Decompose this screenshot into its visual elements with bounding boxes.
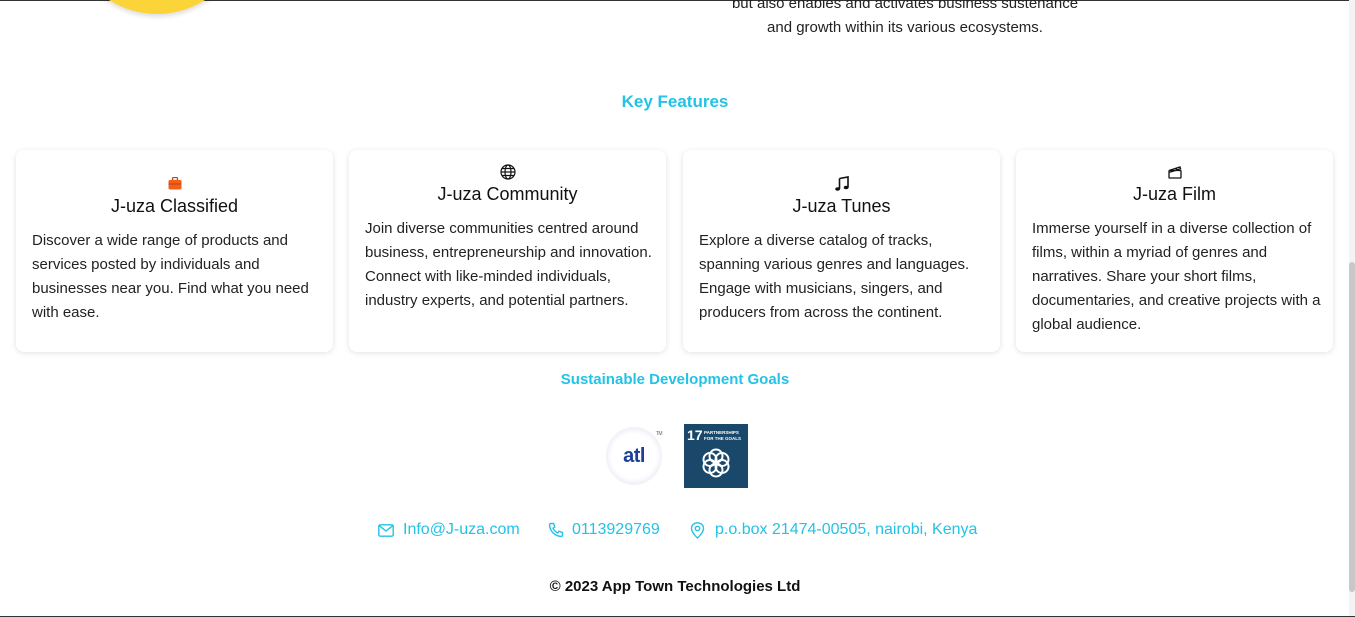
contact-email-text[interactable]: Info@J-uza.com [403,521,520,539]
mail-icon [378,523,394,537]
feature-card-title: J-uza Classified [110,196,239,216]
feature-card-title: J-uza Community [437,184,578,204]
key-features-title: Key Features [621,92,729,111]
feature-card-tunes[interactable]: J-uza Tunes Explore a diverse catalog of… [683,150,1000,352]
sdg-title: Sustainable Development Goals [560,371,790,388]
feature-card-community[interactable]: J-uza Community Join diverse communities… [349,150,666,352]
sdg-goal-text: PARTNERSHIPS FOR THE GOALS [704,430,741,441]
contact-address-text: p.o.box 21474-00505, nairobi, Kenya [715,521,978,538]
scrollbar-track[interactable] [1349,0,1355,617]
contact-phone-text[interactable]: 0113929769 [572,521,660,539]
sdg-flower-icon [702,448,730,478]
phone-icon [548,522,564,538]
feature-card-description: Join diverse communities centred around … [365,220,652,309]
atl-trademark: TM [655,431,663,437]
feature-card-film[interactable]: J-uza Film Immerse yourself in a diverse… [1016,150,1333,352]
sdg-goal-number: 17 [687,427,703,443]
atl-logo[interactable]: atl TM [606,427,663,485]
contact-phone[interactable]: 0113929769 [548,521,660,539]
intro-text: but also enables and activates business … [700,0,1110,40]
location-pin-icon [690,521,705,539]
copyright: © 2023 App Town Technologies Ltd [549,578,801,595]
feature-card-description: Immerse yourself in a diverse collection… [1032,220,1321,333]
sdg-17-logo[interactable]: 17 PARTNERSHIPS FOR THE GOALS [684,424,748,488]
feature-card-title: J-uza Film [1132,184,1216,204]
logo-circle [62,0,252,14]
briefcase-icon [16,177,333,190]
atl-logo-text: atl [623,444,645,467]
partner-logos: atl TM 17 PARTNERSHIPS FOR THE GOALS [606,424,748,488]
scrollbar-thumb[interactable] [1349,262,1355,592]
feature-card-classified[interactable]: J-uza Classified Discover a wide range o… [16,150,333,352]
feature-card-title: J-uza Tunes [792,196,891,216]
music-note-icon [683,176,1000,192]
feature-card-description: Discover a wide range of products and se… [32,232,309,321]
clapperboard-icon [1016,165,1333,179]
contact-email[interactable]: Info@J-uza.com [378,521,520,539]
globe-icon [349,164,666,180]
intro-line-2: and growth within its various ecosystems… [767,19,1043,36]
feature-card-description: Explore a diverse catalog of tracks, spa… [699,232,970,321]
intro-line-1: but also enables and activates business … [731,0,1079,12]
contact-address[interactable]: p.o.box 21474-00505, nairobi, Kenya [690,521,977,539]
